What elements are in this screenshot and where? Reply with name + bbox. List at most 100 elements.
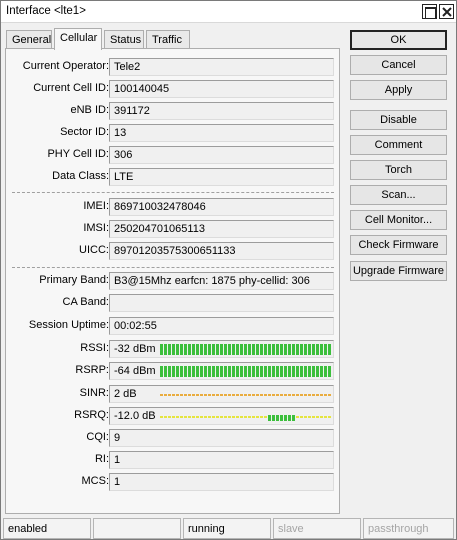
sinr-meter-segment <box>184 394 187 396</box>
interface-window: Interface <lte1> General Cellular Status… <box>0 0 457 540</box>
uicc-field[interactable]: 89701203575300651133 <box>109 242 334 260</box>
close-icon <box>442 7 452 17</box>
rsrq-meter-segment <box>260 416 263 418</box>
current-cell-id-field[interactable]: 100140045 <box>109 80 334 98</box>
cqi-field[interactable]: 9 <box>109 429 334 447</box>
ok-button[interactable]: OK <box>350 30 447 50</box>
rsrq-meter-segment <box>180 416 183 418</box>
rssi-meter-segment <box>284 344 287 355</box>
sinr-meter-segment <box>268 394 271 396</box>
sinr-meter-segment <box>328 394 331 396</box>
apply-button[interactable]: Apply <box>350 80 447 100</box>
rsrq-meter-segment <box>320 416 323 418</box>
rsrq-meter-segment <box>172 416 175 418</box>
rsrp-meter-segment <box>232 366 235 377</box>
rsrp-meter-segment <box>188 366 191 377</box>
sinr-meter[interactable]: 2 dB <box>109 385 334 403</box>
rssi-meter[interactable]: -32 dBm <box>109 340 334 358</box>
rssi-meter-segment <box>212 344 215 355</box>
rsrq-meter-segment <box>164 416 167 418</box>
current-operator-field[interactable]: Tele2 <box>109 58 334 76</box>
rsrp-meter-segment <box>328 366 331 377</box>
cancel-button[interactable]: Cancel <box>350 55 447 75</box>
rssi-meter-segment <box>184 344 187 355</box>
sinr-meter-segment <box>316 394 319 396</box>
sinr-meter-segment <box>172 394 175 396</box>
enb-id-field[interactable]: 391172 <box>109 102 334 120</box>
rsrp-meter-segment <box>284 366 287 377</box>
sinr-meter-segment <box>312 394 315 396</box>
sinr-meter-segment <box>284 394 287 396</box>
row-phy-cell-id: PHY Cell ID: 306 <box>6 146 341 164</box>
rsrp-meter-segment <box>320 366 323 377</box>
rsrq-meter-segment <box>328 416 331 418</box>
session-uptime-label: Session Uptime: <box>28 319 109 331</box>
tab-cellular[interactable]: Cellular <box>54 28 102 50</box>
rsrp-meter-segment <box>256 366 259 377</box>
rsrq-meter-segment <box>224 416 227 418</box>
rsrq-meter-segment <box>184 416 187 418</box>
rsrp-meter[interactable]: -64 dBm <box>109 362 334 380</box>
row-imei: IMEI: 869710032478046 <box>6 198 341 216</box>
sinr-meter-segment <box>188 394 191 396</box>
rsrq-meter-highlight <box>292 415 295 421</box>
sector-id-field[interactable]: 13 <box>109 124 334 142</box>
scan-button[interactable]: Scan... <box>350 185 447 205</box>
sinr-meter-segment <box>252 394 255 396</box>
rssi-meter-segment <box>168 344 171 355</box>
sinr-meter-segment <box>164 394 167 396</box>
rssi-meter-segment <box>248 344 251 355</box>
rsrq-meter-segment <box>220 416 223 418</box>
rssi-meter-segment <box>268 344 271 355</box>
imei-field[interactable]: 869710032478046 <box>109 198 334 216</box>
rsrp-meter-segment <box>176 366 179 377</box>
maximize-button[interactable] <box>422 4 437 19</box>
rsrq-meter-segment <box>176 416 179 418</box>
primary-band-field[interactable]: B3@15Mhz earfcn: 1875 phy-cellid: 306 <box>109 272 334 290</box>
torch-button[interactable]: Torch <box>350 160 447 180</box>
rsrp-meter-segment <box>324 366 327 377</box>
rsrq-meter-segment <box>300 416 303 418</box>
comment-button[interactable]: Comment <box>350 135 447 155</box>
data-class-label: Data Class: <box>52 170 109 182</box>
sinr-meter-segment <box>176 394 179 396</box>
rsrp-meter-segment <box>308 366 311 377</box>
data-class-field[interactable]: LTE <box>109 168 334 186</box>
rsrp-meter-segment <box>264 366 267 377</box>
rsrp-meter-segment <box>184 366 187 377</box>
row-sector-id: Sector ID: 13 <box>6 124 341 142</box>
rsrq-meter-segment <box>196 416 199 418</box>
rsrp-label: RSRP: <box>75 364 109 376</box>
imsi-field[interactable]: 250204701065113 <box>109 220 334 238</box>
tab-status[interactable]: Status <box>104 30 144 49</box>
tab-traffic[interactable]: Traffic <box>146 30 190 49</box>
mcs-field[interactable]: 1 <box>109 473 334 491</box>
check-firmware-button[interactable]: Check Firmware <box>350 235 447 255</box>
ri-field[interactable]: 1 <box>109 451 334 469</box>
rssi-meter-segment <box>232 344 235 355</box>
tab-general[interactable]: General <box>6 30 52 49</box>
rsrq-meter[interactable]: -12.0 dB <box>109 407 334 425</box>
close-button[interactable] <box>439 4 454 19</box>
row-uicc: UICC: 89701203575300651133 <box>6 242 341 260</box>
window-title: Interface <lte1> <box>6 5 86 17</box>
rsrp-meter-segment <box>244 366 247 377</box>
status-running: running <box>183 518 271 539</box>
rssi-meter-segment <box>328 344 331 355</box>
cell-monitor-button[interactable]: Cell Monitor... <box>350 210 447 230</box>
rsrp-meter-segment <box>172 366 175 377</box>
row-imsi: IMSI: 250204701065113 <box>6 220 341 238</box>
rssi-meter-segment <box>236 344 239 355</box>
status-passthrough: passthrough <box>363 518 454 539</box>
status-enabled: enabled <box>3 518 91 539</box>
phy-cell-id-field[interactable]: 306 <box>109 146 334 164</box>
session-uptime-field[interactable]: 00:02:55 <box>109 317 334 335</box>
mcs-label: MCS: <box>81 475 110 487</box>
ca-band-field[interactable] <box>109 294 334 312</box>
separator <box>12 192 334 193</box>
sinr-value: 2 dB <box>114 388 140 400</box>
rssi-meter-segment <box>192 344 195 355</box>
disable-button[interactable]: Disable <box>350 110 447 130</box>
rssi-meter-segment <box>280 344 283 355</box>
upgrade-firmware-button[interactable]: Upgrade Firmware <box>350 261 447 281</box>
